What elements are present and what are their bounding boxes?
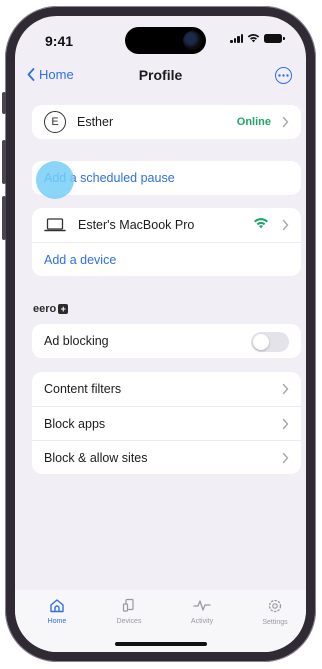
camera-icon [183, 31, 202, 50]
battery-icon [264, 33, 285, 43]
activity-icon [193, 600, 211, 611]
ellipsis-icon [278, 74, 289, 77]
tab-home[interactable]: Home [27, 598, 87, 625]
ad-blocking-row: Ad blocking [32, 324, 301, 358]
settings-icon [268, 599, 282, 613]
settings-item-label: Block apps [44, 416, 106, 431]
chevron-right-icon [282, 219, 289, 231]
tab-devices[interactable]: Devices [99, 598, 159, 625]
device-row[interactable]: Ester's MacBook Pro [32, 208, 301, 242]
touch-indicator [36, 161, 74, 199]
devices-card: Ester's MacBook Pro Add a device [32, 208, 301, 276]
home-indicator [115, 642, 207, 646]
online-status-badge: Online [236, 116, 271, 128]
chevron-right-icon [282, 383, 289, 395]
devices-icon [122, 598, 134, 612]
status-icons [230, 33, 285, 43]
silent-switch [2, 92, 6, 114]
status-bar: 9:41 [15, 16, 306, 62]
more-options-button[interactable] [275, 67, 292, 84]
settings-card: Content filters Block apps Block & allow… [32, 372, 301, 474]
settings-item-label: Content filters [44, 382, 122, 396]
add-device-button[interactable]: Add a device [32, 242, 301, 276]
tab-activity[interactable]: Activity [172, 598, 232, 625]
toggle-knob [253, 334, 269, 350]
brand-name: eero [33, 303, 57, 315]
volume-down-button [2, 196, 6, 240]
ad-blocking-label: Ad blocking [44, 334, 109, 348]
page-title: Profile [138, 67, 183, 83]
tab-label: Home [47, 618, 67, 625]
ad-blocking-toggle[interactable] [251, 332, 289, 352]
nav-bar: Home Profile [15, 62, 306, 94]
screen: 9:41 Home Profile E Esther Online Add a … [15, 16, 306, 652]
tab-label: Activity [190, 618, 214, 625]
profile-card[interactable]: E Esther Online [32, 105, 301, 139]
signal-icon [230, 33, 243, 43]
settings-item-block-allow-sites[interactable]: Block & allow sites [32, 440, 301, 474]
home-icon [50, 599, 64, 613]
chevron-right-icon [282, 116, 289, 128]
chevron-right-icon [282, 452, 289, 463]
eero-plus-logo: eero + [33, 303, 69, 315]
settings-item-label: Block & allow sites [44, 450, 148, 465]
add-device-label: Add a device [44, 252, 117, 267]
tab-settings[interactable]: Settings [245, 598, 305, 626]
tab-label: Settings [262, 619, 288, 626]
ad-blocking-card: Ad blocking [32, 324, 301, 358]
status-time: 9:41 [45, 33, 74, 49]
profile-row[interactable]: E Esther Online [32, 105, 301, 139]
settings-item-content-filters[interactable]: Content filters [32, 372, 301, 406]
device-name: Ester's MacBook Pro [78, 218, 195, 232]
brand-plus-badge: + [58, 304, 69, 314]
chevron-right-icon [282, 418, 289, 429]
avatar: E [44, 111, 66, 133]
profile-name: Esther [77, 115, 114, 129]
laptop-icon [44, 218, 66, 232]
wifi-connected-icon [254, 218, 268, 229]
dynamic-island [125, 27, 206, 54]
tab-label: Devices [116, 618, 142, 625]
wifi-status-icon [247, 34, 260, 43]
volume-up-button [2, 140, 6, 184]
settings-item-block-apps[interactable]: Block apps [32, 406, 301, 440]
